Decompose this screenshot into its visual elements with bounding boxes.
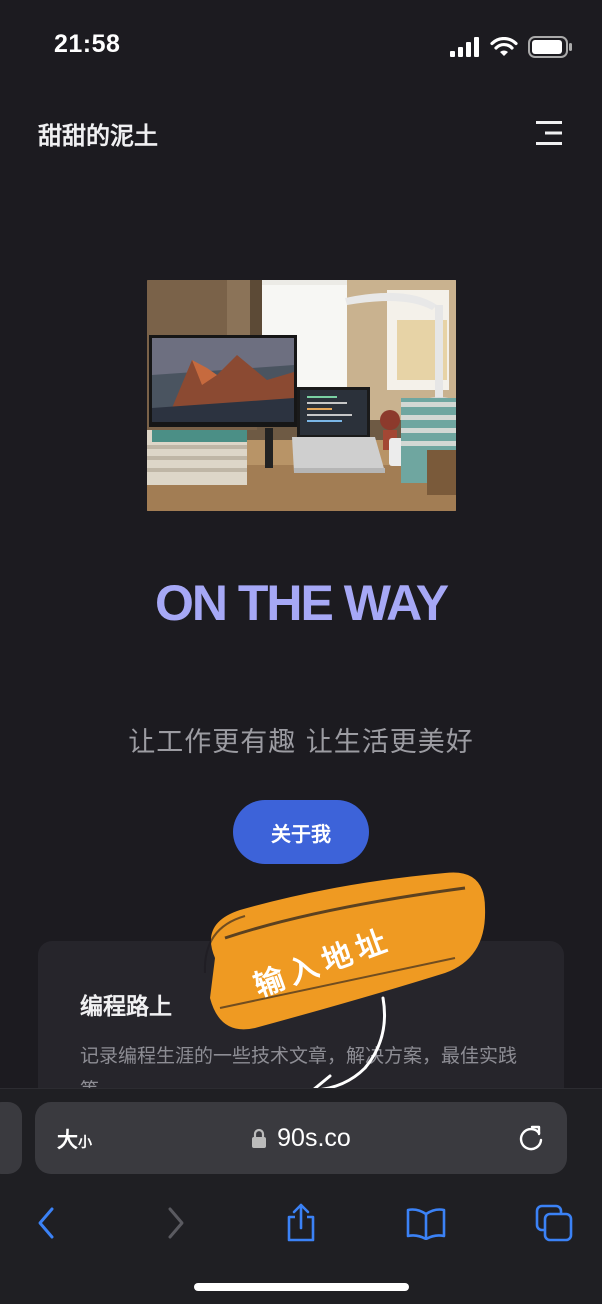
browser-nav-row [0,1195,602,1251]
text-size-button[interactable]: 大小 [57,1124,92,1154]
text-size-big-label: 大 [57,1128,78,1152]
bookmarks-button[interactable] [404,1201,448,1245]
share-button[interactable] [279,1201,323,1245]
site-title[interactable]: 甜甜的泥土 [38,116,158,151]
url-text: 90s.co [277,1123,351,1152]
home-indicator [194,1283,409,1291]
browser-toolbar: 大小 90s.co [0,1088,602,1304]
status-time: 21:58 [54,30,121,58]
status-bar: 21:58 [0,0,602,96]
bookmarks-icon [406,1208,446,1240]
about-me-button[interactable]: 关于我 [233,800,369,864]
card-title: 编程路上 [80,994,172,1020]
lock-icon [252,1128,267,1148]
hero-heading: ON THE WAY [154,575,449,631]
forward-button[interactable] [154,1201,198,1245]
hero-desk-photo [147,280,456,511]
share-icon [287,1203,315,1242]
tabs-icon [535,1204,573,1242]
hero-tagline: 让工作更有趣 让生活更美好 [128,727,474,758]
reload-icon[interactable] [517,1124,545,1152]
text-size-small-label: 小 [78,1135,92,1151]
address-bar[interactable]: 大小 90s.co [35,1102,567,1174]
wifi-icon [490,37,518,56]
url-display: 90s.co [35,1102,567,1174]
menu-icon[interactable] [536,120,564,146]
site-header: 甜甜的泥土 [0,96,602,176]
previous-tab-edge[interactable] [0,1102,22,1174]
tabs-button[interactable] [532,1201,576,1245]
back-button[interactable] [24,1201,68,1245]
back-icon [38,1207,54,1239]
signal-icon [450,37,479,57]
status-icons [450,36,574,58]
battery-icon [528,36,572,58]
desk-photo-illustration [147,280,456,511]
forward-icon [168,1207,184,1239]
